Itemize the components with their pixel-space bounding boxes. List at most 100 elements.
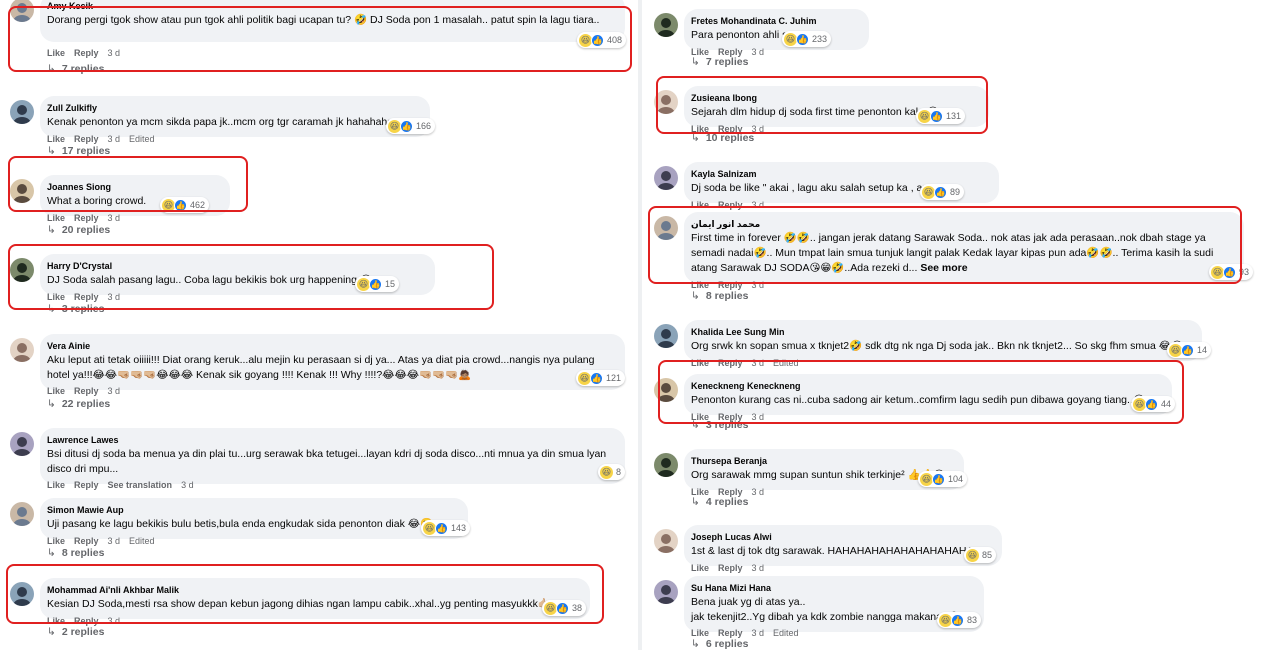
avatar[interactable] — [654, 580, 678, 604]
timestamp[interactable]: 3 d — [181, 480, 194, 490]
reaction-summary[interactable]: 😆 👍 104 — [918, 471, 968, 487]
view-replies-link[interactable]: ↳ 6 replies — [691, 638, 748, 650]
avatar[interactable] — [654, 529, 678, 553]
left-comment-column: Amy Kecik Dorang pergi tgok show atau pun… — [0, 0, 636, 650]
like-button[interactable]: Like — [47, 536, 65, 546]
like-button[interactable]: Like — [691, 563, 709, 573]
commenter-name[interactable]: Zull Zulkifly — [47, 102, 420, 114]
reply-button[interactable]: Reply — [74, 386, 99, 396]
like-icon: 👍 — [932, 472, 945, 486]
reaction-summary[interactable]: 😆 👍 166 — [386, 118, 436, 134]
reply-button[interactable]: Reply — [74, 213, 99, 223]
reaction-summary[interactable]: 😆 👍 83 — [937, 612, 982, 628]
reply-button[interactable]: Reply — [74, 134, 99, 144]
comment-actions: Like Reply 3 d Edited — [691, 628, 808, 638]
highlight-box — [8, 244, 494, 310]
reply-arrow-icon: ↳ — [47, 547, 56, 559]
reaction-summary[interactable]: 😆 85 — [964, 547, 997, 563]
like-button[interactable]: Like — [47, 386, 65, 396]
reaction-count: 85 — [982, 550, 993, 560]
avatar[interactable] — [10, 502, 34, 526]
comment-text-body: Bsi ditusi dj soda ba menua ya din plai … — [47, 448, 607, 475]
replies-count-label: 22 replies — [61, 398, 111, 410]
highlight-box — [6, 564, 604, 624]
timestamp[interactable]: 3 d — [752, 563, 765, 573]
like-button[interactable]: Like — [691, 628, 709, 638]
commenter-name[interactable]: Kayla Salnizam — [691, 168, 989, 180]
view-replies-link[interactable]: ↳ 20 replies — [47, 224, 110, 236]
reaction-summary[interactable]: 😆 👍 89 — [920, 184, 965, 200]
comment-bubble: Fretes Mohandinata C. Juhim Para penonton… — [684, 9, 869, 50]
comment-bubble: Zull Zulkifly Kenak penonton ya mcm sikda… — [40, 96, 430, 137]
comment-text-body: Org sarawak mmg supan suntun shik terkin… — [691, 469, 945, 481]
comment-text: Bsi ditusi dj soda ba menua ya din plai … — [47, 447, 615, 477]
reaction-count: 121 — [606, 373, 622, 383]
commenter-name[interactable]: Khalida Lee Sung Min — [691, 326, 1192, 338]
reaction-summary[interactable]: 😆 👍 233 — [782, 31, 832, 47]
avatar[interactable] — [10, 432, 34, 456]
timestamp[interactable]: 3 d — [752, 487, 765, 497]
reply-button[interactable]: Reply — [74, 536, 99, 546]
like-button[interactable]: Like — [47, 134, 65, 144]
comment-text-body: Uji pasang ke lagu bekikis bulu betis,bu… — [47, 518, 434, 530]
comment-bubble: Khalida Lee Sung Min Org srwk kn sopan sm… — [684, 320, 1202, 361]
view-replies-link[interactable]: ↳ 8 replies — [47, 547, 104, 559]
like-icon: 👍 — [934, 185, 947, 199]
see-translation-link[interactable]: See translation — [108, 480, 173, 490]
reply-arrow-icon: ↳ — [47, 626, 56, 638]
view-replies-link[interactable]: ↳ 8 replies — [691, 290, 748, 302]
avatar[interactable] — [654, 166, 678, 190]
reaction-summary[interactable]: 😆 👍 143 — [421, 520, 471, 536]
like-button[interactable]: Like — [47, 480, 65, 490]
timestamp[interactable]: 3 d — [752, 47, 765, 57]
reply-button[interactable]: Reply — [718, 628, 743, 638]
comment-text: Kenak penonton ya mcm sikda papa jk..mcm… — [47, 115, 420, 130]
highlight-box — [8, 6, 632, 72]
reaction-summary[interactable]: 😆 👍 121 — [576, 370, 626, 386]
view-replies-link[interactable]: ↳ 2 replies — [47, 626, 104, 638]
commenter-name[interactable]: Su Hana Mizi Hana — [691, 582, 974, 594]
commenter-name[interactable]: Simon Mawie Aup — [47, 504, 458, 516]
avatar[interactable] — [10, 338, 34, 362]
avatar[interactable] — [654, 453, 678, 477]
reaction-summary[interactable]: 😆 👍 14 — [1167, 342, 1212, 358]
comment-text: 1st & last dj tok dtg sarawak. HAHAHAHAH… — [691, 544, 992, 559]
commenter-name[interactable]: Thursepa Beranja — [691, 455, 954, 467]
reaction-count: 143 — [451, 523, 467, 533]
timestamp[interactable]: 3 d — [752, 628, 765, 638]
like-button[interactable]: Like — [47, 213, 65, 223]
replies-count-label: 20 replies — [61, 224, 111, 236]
reaction-summary[interactable]: 😆 8 — [598, 464, 626, 480]
commenter-name[interactable]: Fretes Mohandinata C. Juhim — [691, 15, 859, 27]
reply-arrow-icon: ↳ — [691, 290, 700, 302]
like-icon: 👍 — [435, 521, 448, 535]
commenter-name[interactable]: Lawrence Lawes — [47, 434, 615, 446]
view-replies-link[interactable]: ↳ 22 replies — [47, 398, 110, 410]
avatar[interactable] — [654, 324, 678, 348]
commenter-name[interactable]: Joseph Lucas Alwi — [691, 531, 992, 543]
comment-actions: Like Reply See translation 3 d — [47, 480, 203, 490]
edited-label: Edited — [773, 628, 799, 638]
view-replies-link[interactable]: ↳ 7 replies — [691, 56, 748, 68]
comment-actions: Like Reply 3 d — [47, 213, 129, 223]
like-icon: 👍 — [590, 371, 603, 385]
comment-text: Org sarawak mmg supan suntun shik terkin… — [691, 468, 954, 483]
comment-text-body: Aku leput ati tetak oiiiii!!! Diat orang… — [47, 354, 595, 381]
view-replies-link[interactable]: ↳ 4 replies — [691, 496, 748, 508]
commenter-name[interactable]: Vera Ainie — [47, 340, 615, 352]
replies-count-label: 8 replies — [705, 290, 749, 302]
timestamp[interactable]: 3 d — [108, 536, 121, 546]
like-icon: 👍 — [951, 613, 964, 627]
comment-text-body: Dj soda be like " akai , lagu aku salah … — [691, 182, 947, 194]
avatar[interactable] — [654, 13, 678, 37]
comment-text: Aku leput ati tetak oiiiii!!! Diat orang… — [47, 353, 615, 383]
avatar[interactable] — [10, 100, 34, 124]
column-divider — [638, 0, 642, 650]
timestamp[interactable]: 3 d — [108, 213, 121, 223]
reaction-count: 166 — [416, 121, 432, 131]
timestamp[interactable]: 3 d — [108, 386, 121, 396]
reply-button[interactable]: Reply — [718, 563, 743, 573]
reply-button[interactable]: Reply — [74, 480, 99, 490]
timestamp[interactable]: 3 d — [108, 134, 121, 144]
reply-arrow-icon: ↳ — [47, 398, 56, 410]
